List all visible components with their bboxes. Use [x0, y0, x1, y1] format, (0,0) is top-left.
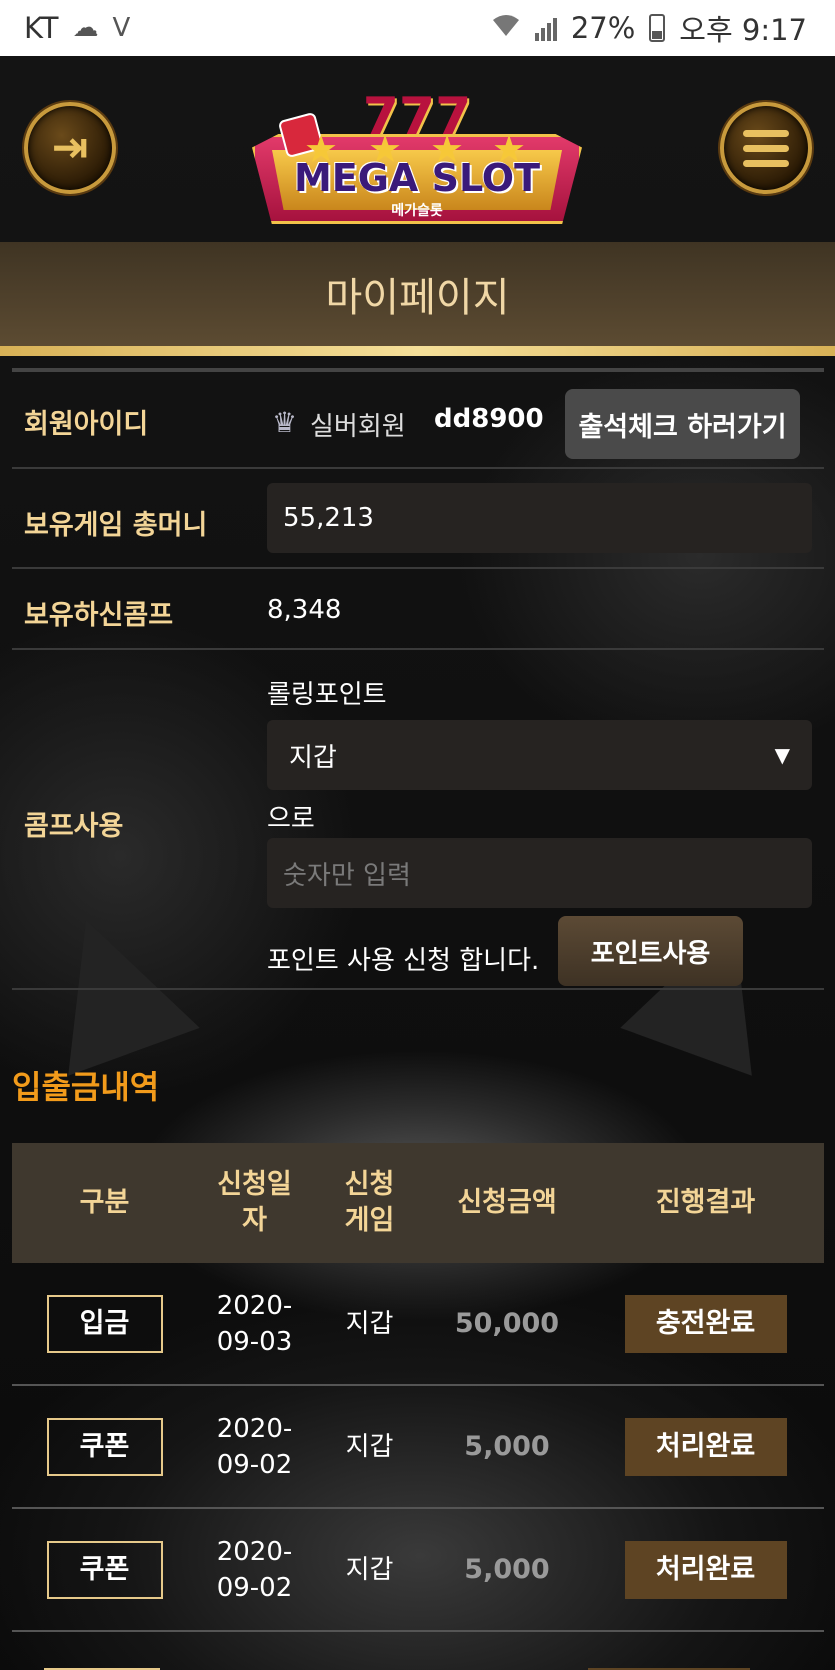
comp-use-row: 콤프사용 롤링포인트 지갑 ▼ 으로 숫자만 입력 포인트 사용 신청 합니다.…: [12, 650, 824, 990]
use-point-button[interactable]: 포인트사용: [558, 916, 743, 986]
wifi-icon: [491, 12, 521, 45]
header-result: 진행결과: [655, 1187, 756, 1218]
request-amount: 5,000: [464, 1553, 550, 1585]
point-amount-input[interactable]: 숫자만 입력: [267, 838, 812, 908]
game-money-label: 보유게임 총머니: [24, 510, 208, 541]
history-title: 입출금내역: [12, 1068, 160, 1106]
table-row[interactable]: 쿠폰 2020- 09-02 지갑 5,000 처리완료: [12, 1386, 824, 1509]
comp-source-label: 롤링포인트: [267, 680, 387, 710]
request-date: 2020- 09-03: [216, 1290, 293, 1357]
login-button[interactable]: ⇥: [24, 102, 116, 194]
member-grade: 실버회원: [310, 412, 406, 442]
table-row[interactable]: 쿠폰 2020- 09-02 지갑 5,000 처리완료: [12, 1509, 824, 1632]
game-money-field: 55,213: [267, 483, 812, 553]
volte-icon: V: [112, 13, 131, 43]
history-table: 구분 신청일 자 신청 게임 신청금액 진행결과 입금 2020- 09-03 …: [12, 1143, 824, 1670]
status-bar: KT ☁ V 27% 오후 9:17: [0, 0, 835, 56]
logo-subtitle: 메가슬롯: [391, 203, 443, 219]
clock: 오후 9:17: [679, 13, 807, 47]
chevron-down-icon: ▼: [774, 743, 790, 767]
request-date: 2020- 09-02: [216, 1413, 293, 1480]
member-id-label: 회원아이디: [24, 409, 149, 440]
header-date: 신청일 자: [217, 1169, 292, 1236]
comp-balance-row: 보유하신콤프 8,348: [12, 569, 824, 650]
carrier-label: KT: [24, 11, 59, 45]
header-amount: 신청금액: [457, 1187, 557, 1218]
result-badge: 처리완료: [624, 1417, 787, 1476]
request-game: 지갑: [345, 1554, 394, 1585]
cloud-icon: ☁: [72, 13, 99, 43]
request-date: 2020- 09-02: [216, 1536, 293, 1603]
logo-number: 777: [362, 87, 472, 147]
header-game: 신청 게임: [344, 1169, 395, 1236]
type-badge: 쿠폰: [46, 1540, 163, 1599]
request-game: 지갑: [345, 1431, 394, 1462]
page-title-bar: 마이페이지: [0, 242, 835, 346]
table-row-partial: [12, 1632, 824, 1670]
page-title: 마이페이지: [325, 275, 510, 321]
wallet-select-value: 지갑: [289, 742, 337, 773]
request-game: 지갑: [345, 1308, 394, 1339]
game-money-row: 보유게임 총머니 55,213: [12, 469, 824, 569]
request-amount: 50,000: [454, 1307, 560, 1339]
attendance-check-button[interactable]: 출석체크 하러가기: [565, 389, 800, 459]
gold-divider: [0, 346, 835, 356]
logo-text: MEGA SLOT: [293, 156, 541, 200]
header: ⇥ ★ ★ ★ ★ 777 MEGA SLOT 메가슬롯: [0, 56, 835, 242]
crown-icon: ♛: [272, 406, 298, 439]
member-info-table: 회원아이디 ♛ 실버회원 dd8900 출석체크 하러가기 보유게임 총머니 5…: [12, 368, 824, 990]
comp-to-label: 으로: [267, 804, 315, 834]
menu-button[interactable]: [720, 102, 812, 194]
hamburger-icon: [743, 129, 789, 167]
table-row[interactable]: 입금 2020- 09-03 지갑 50,000 충전완료: [12, 1263, 824, 1386]
member-id-row: 회원아이디 ♛ 실버회원 dd8900 출석체크 하러가기: [12, 372, 824, 469]
member-user-id: dd8900: [434, 404, 544, 434]
mega-slot-logo[interactable]: ★ ★ ★ ★ 777 MEGA SLOT 메가슬롯: [252, 86, 582, 246]
header-type: 구분: [79, 1187, 130, 1218]
type-badge: 입금: [46, 1294, 163, 1353]
point-request-text: 포인트 사용 신청 합니다.: [267, 946, 540, 976]
type-badge: 쿠폰: [46, 1417, 163, 1476]
result-badge: 처리완료: [624, 1540, 787, 1599]
request-amount: 5,000: [464, 1430, 550, 1462]
result-badge: 충전완료: [624, 1294, 787, 1353]
comp-balance-value: 8,348: [267, 595, 342, 625]
login-arrow-icon: ⇥: [51, 122, 89, 173]
battery-icon: [649, 14, 666, 42]
history-table-header: 구분 신청일 자 신청 게임 신청금액 진행결과: [12, 1143, 824, 1263]
comp-use-label: 콤프사용: [24, 811, 124, 842]
wallet-select[interactable]: 지갑 ▼: [267, 720, 812, 790]
signal-icon: [534, 15, 557, 41]
battery-percent: 27%: [570, 11, 636, 45]
comp-balance-label: 보유하신콤프: [24, 600, 174, 631]
